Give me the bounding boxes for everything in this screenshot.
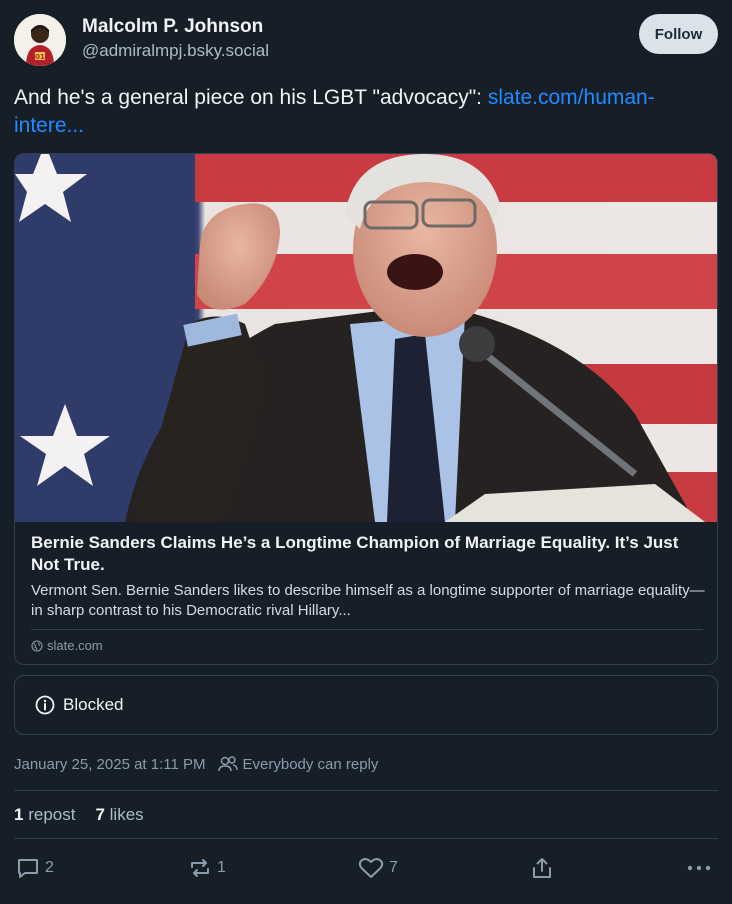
blocked-quote: Blocked: [14, 675, 718, 735]
divider: [14, 790, 718, 791]
likes-label: likes: [109, 805, 144, 824]
reposts-label: repost: [28, 805, 76, 824]
repost-count: 1: [217, 859, 226, 876]
post-timestamp: January 25, 2025 at 1:11 PM: [14, 755, 206, 773]
ellipsis-icon: [686, 856, 712, 880]
reposts-count: 1: [14, 805, 24, 824]
card-divider: [31, 629, 703, 630]
card-image: [15, 154, 717, 522]
like-count: 7: [389, 859, 398, 876]
globe-icon: [31, 639, 43, 652]
info-icon: [35, 695, 55, 715]
like-button[interactable]: 7: [358, 856, 398, 880]
more-options-button[interactable]: [686, 856, 712, 880]
share-icon: [530, 856, 554, 880]
action-bar: 2 1 7: [0, 850, 732, 890]
likes-stat[interactable]: 7 likes: [95, 805, 143, 825]
reply-setting-text: Everybody can reply: [242, 755, 379, 773]
repost-icon: [188, 856, 212, 880]
share-button[interactable]: [530, 856, 554, 880]
card-description: Vermont Sen. Bernie Sanders likes to des…: [31, 582, 705, 619]
heart-icon: [358, 856, 384, 880]
card-domain: slate.com: [31, 638, 103, 653]
reposts-stat[interactable]: 1 repost: [14, 805, 75, 825]
post-thread-item: 01 Malcolm P. Johnson @admiralmpj.bsky.s…: [0, 0, 732, 904]
avatar[interactable]: 01: [14, 14, 66, 66]
blocked-label: Blocked: [63, 695, 124, 714]
repost-button[interactable]: 1: [188, 856, 226, 880]
svg-text:01: 01: [35, 53, 45, 61]
engagement-stats: 1 repost 7 likes: [14, 805, 144, 825]
author-display-name[interactable]: Malcolm P. Johnson: [82, 16, 263, 38]
card-title: Bernie Sanders Claims He’s a Longtime Ch…: [31, 533, 679, 574]
reply-setting: Everybody can reply: [217, 755, 379, 773]
reply-icon: [16, 856, 40, 880]
post-body-text: And he's a general piece on his LGBT "ad…: [14, 86, 488, 109]
reply-count: 2: [45, 859, 54, 876]
follow-button[interactable]: Follow: [639, 14, 718, 54]
reply-button[interactable]: 2: [16, 856, 54, 880]
post-meta: January 25, 2025 at 1:11 PM Everybody ca…: [14, 755, 378, 773]
author-handle[interactable]: @admiralmpj.bsky.social: [82, 41, 269, 61]
people-icon: [217, 755, 238, 773]
link-preview-card[interactable]: Bernie Sanders Claims He’s a Longtime Ch…: [14, 153, 718, 665]
divider: [14, 838, 718, 839]
likes-count: 7: [95, 805, 105, 824]
card-domain-text: slate.com: [47, 638, 103, 653]
post-text: And he's a general piece on his LGBT "ad…: [14, 84, 704, 140]
